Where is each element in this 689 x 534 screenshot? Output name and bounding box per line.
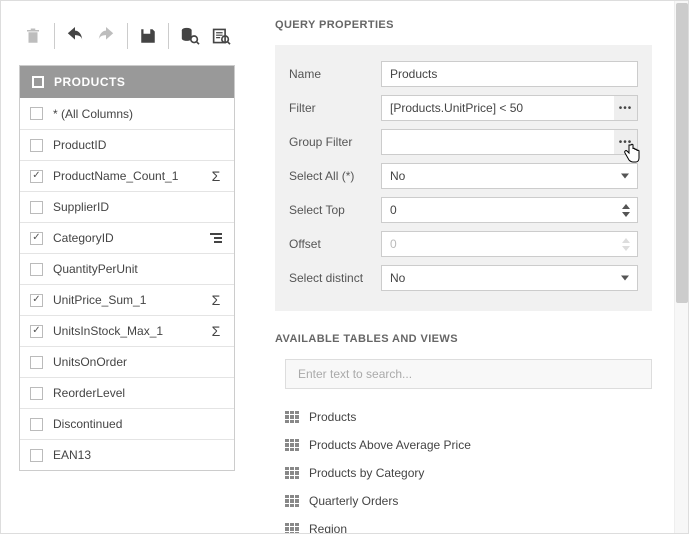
column-row[interactable]: ProductID — [20, 129, 234, 160]
available-tables-title: AVAILABLE TABLES AND VIEWS — [275, 333, 652, 345]
filter-field[interactable]: [Products.UnitPrice] < 50 ••• — [381, 95, 638, 121]
column-checkbox[interactable] — [30, 449, 43, 462]
column-row[interactable]: ReorderLevel — [20, 377, 234, 408]
select-distinct-label: Select distinct — [289, 271, 381, 285]
delete-button[interactable] — [19, 21, 48, 51]
redo-button[interactable] — [92, 21, 121, 51]
column-label: Discontinued — [53, 417, 198, 431]
scrollbar-track[interactable] — [674, 1, 688, 533]
column-label: CategoryID — [53, 231, 198, 245]
tables-search-input[interactable]: Enter text to search... — [285, 359, 652, 389]
column-label: SupplierID — [53, 200, 198, 214]
column-checkbox[interactable] — [30, 263, 43, 276]
toolbar-separator — [54, 23, 55, 49]
table-label: Products by Category — [309, 466, 424, 480]
column-checkbox[interactable] — [30, 201, 43, 214]
table-icon — [32, 76, 44, 88]
select-all-label: Select All (*) — [289, 169, 381, 183]
column-row[interactable]: Discontinued — [20, 408, 234, 439]
chevron-down-icon — [621, 174, 629, 179]
group-filter-label: Group Filter — [289, 135, 381, 149]
table-item[interactable]: Region — [285, 515, 652, 533]
tables-list: Products Products Above Average Price Prod… — [285, 403, 652, 533]
sql-preview-button[interactable] — [206, 21, 235, 51]
query-properties-title: QUERY PROPERTIES — [275, 19, 652, 31]
table-item[interactable]: Products by Category — [285, 459, 652, 487]
group-filter-field[interactable]: ••• — [381, 129, 638, 155]
column-checkbox[interactable] — [30, 232, 43, 245]
table-icon — [285, 523, 299, 533]
column-row[interactable]: EAN13 — [20, 439, 234, 470]
column-checkbox[interactable] — [30, 294, 43, 307]
column-label: ProductName_Count_1 — [53, 169, 198, 183]
columns-header[interactable]: PRODUCTS — [20, 66, 234, 98]
column-checkbox[interactable] — [30, 107, 43, 120]
toolbar-separator — [168, 23, 169, 49]
column-checkbox[interactable] — [30, 170, 43, 183]
column-row[interactable]: CategoryID — [20, 222, 234, 253]
select-top-label: Select Top — [289, 203, 381, 217]
select-top-spinner[interactable] — [619, 198, 633, 222]
table-item[interactable]: Quarterly Orders — [285, 487, 652, 515]
table-icon — [285, 467, 299, 479]
column-checkbox[interactable] — [30, 418, 43, 431]
column-row[interactable]: UnitsOnOrder — [20, 346, 234, 377]
undo-button[interactable] — [61, 21, 90, 51]
scrollbar-thumb[interactable] — [676, 3, 688, 303]
sigma-icon[interactable]: Σ — [208, 292, 224, 308]
table-label: Products Above Average Price — [309, 438, 471, 452]
query-properties-panel: Name Products Filter [Products.UnitPrice… — [275, 45, 652, 311]
select-distinct-field[interactable]: No — [381, 265, 638, 291]
column-checkbox[interactable] — [30, 387, 43, 400]
columns-header-label: PRODUCTS — [54, 75, 125, 89]
column-label: UnitsOnOrder — [53, 355, 198, 369]
column-label: UnitPrice_Sum_1 — [53, 293, 198, 307]
column-label: * (All Columns) — [53, 107, 198, 121]
name-field[interactable]: Products — [381, 61, 638, 87]
table-icon — [285, 439, 299, 451]
data-preview-button[interactable] — [175, 21, 204, 51]
table-item[interactable]: Products Above Average Price — [285, 431, 652, 459]
offset-spinner — [619, 232, 633, 256]
column-row[interactable]: UnitsInStock_Max_1 Σ — [20, 315, 234, 346]
column-checkbox[interactable] — [30, 356, 43, 369]
toolbar-separator — [127, 23, 128, 49]
column-label: ReorderLevel — [53, 386, 198, 400]
table-label: Products — [309, 410, 356, 424]
filter-label: Filter — [289, 101, 381, 115]
select-top-field[interactable]: 0 — [381, 197, 638, 223]
filter-ellipsis-button[interactable]: ••• — [613, 96, 637, 120]
column-row[interactable]: QuantityPerUnit — [20, 253, 234, 284]
column-checkbox[interactable] — [30, 325, 43, 338]
sigma-icon[interactable]: Σ — [208, 168, 224, 184]
column-label: ProductID — [53, 138, 198, 152]
columns-list: PRODUCTS * (All Columns) ProductID Product… — [19, 65, 235, 471]
column-row[interactable]: UnitPrice_Sum_1 Σ — [20, 284, 234, 315]
column-row[interactable]: * (All Columns) — [20, 98, 234, 129]
group-icon[interactable] — [208, 232, 224, 244]
column-row[interactable]: ProductName_Count_1 Σ — [20, 160, 234, 191]
table-label: Region — [309, 522, 347, 533]
save-button[interactable] — [134, 21, 163, 51]
chevron-down-icon — [621, 276, 629, 281]
table-item[interactable]: Products — [285, 403, 652, 431]
group-filter-ellipsis-button[interactable]: ••• — [613, 130, 637, 154]
offset-field: 0 — [381, 231, 638, 257]
table-icon — [285, 411, 299, 423]
column-checkbox[interactable] — [30, 139, 43, 152]
sigma-icon[interactable]: Σ — [208, 323, 224, 339]
table-icon — [285, 495, 299, 507]
offset-label: Offset — [289, 237, 381, 251]
column-label: QuantityPerUnit — [53, 262, 198, 276]
table-label: Quarterly Orders — [309, 494, 398, 508]
column-row[interactable]: SupplierID — [20, 191, 234, 222]
column-label: UnitsInStock_Max_1 — [53, 324, 198, 338]
select-all-field[interactable]: No — [381, 163, 638, 189]
name-label: Name — [289, 67, 381, 81]
column-label: EAN13 — [53, 448, 198, 462]
